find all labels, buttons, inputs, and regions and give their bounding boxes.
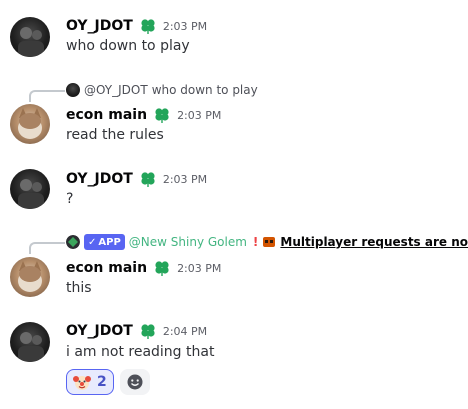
username[interactable]: OY_JDOT (66, 171, 133, 187)
clover-badge-icon[interactable] (139, 322, 157, 340)
app-tag: ✓ APP (84, 234, 125, 250)
person-silhouette-icon (18, 27, 44, 57)
exclamation-icon: ! (252, 235, 259, 249)
message-content: ? (66, 191, 74, 207)
app-tag-label: APP (98, 236, 121, 248)
reply-author[interactable]: @OY_JDOT (84, 83, 148, 97)
cat-icon (18, 108, 42, 139)
reply-connector (29, 90, 65, 102)
avatar[interactable] (10, 104, 50, 144)
username[interactable]: OY_JDOT (66, 18, 133, 34)
cat-icon (18, 261, 42, 292)
chat-log: OY_JDOT 2:03 PM who down to play @OY_JDO… (0, 0, 468, 409)
person-silhouette-icon (18, 332, 44, 362)
add-reaction-button[interactable] (119, 369, 150, 395)
message-content: i am not reading that (66, 344, 215, 360)
clover-badge-icon[interactable] (139, 170, 157, 188)
clover-badge-icon[interactable] (153, 106, 171, 124)
reaction-count: 2 (97, 374, 107, 390)
timestamp[interactable]: 2:03 PM (177, 262, 221, 275)
username[interactable]: OY_JDOT (66, 323, 133, 339)
reply-text[interactable]: who down to play (152, 83, 258, 97)
reactions-bar: 2 (66, 369, 150, 395)
message-header: OY_JDOT 2:03 PM (66, 16, 207, 36)
message-content: read the rules (66, 127, 164, 143)
message-content: this (66, 280, 92, 296)
reply-text[interactable]: Multiplayer requests are no (280, 235, 468, 249)
reaction-button[interactable]: 2 (66, 369, 114, 395)
avatar[interactable] (10, 257, 50, 297)
reply-avatar (66, 83, 80, 97)
clover-badge-icon[interactable] (139, 17, 157, 35)
message-header: OY_JDOT 2:03 PM (66, 169, 207, 189)
reply-author[interactable]: @New Shiny Golem (129, 235, 247, 249)
timestamp[interactable]: 2:03 PM (163, 173, 207, 186)
reply-connector (29, 242, 65, 254)
clover-badge-icon[interactable] (153, 259, 171, 277)
message-header: OY_JDOT 2:04 PM (66, 321, 207, 341)
clown-face-icon (73, 376, 91, 390)
timestamp[interactable]: 2:03 PM (177, 109, 221, 122)
smiley-face-icon (127, 374, 143, 390)
timestamp[interactable]: 2:04 PM (163, 325, 207, 338)
avatar[interactable] (10, 169, 50, 209)
avatar[interactable] (10, 322, 50, 362)
message-content: who down to play (66, 38, 190, 54)
message-header: econ main 2:03 PM (66, 258, 221, 278)
username[interactable]: econ main (66, 107, 147, 123)
reply-reference[interactable]: ✓ APP @New Shiny Golem ! Multiplayer req… (66, 234, 468, 250)
reply-reference[interactable]: @OY_JDOT who down to play (66, 82, 258, 98)
red-creature-icon (263, 237, 276, 247)
avatar[interactable] (10, 17, 50, 57)
person-silhouette-icon (18, 179, 44, 209)
checkmark-icon: ✓ (88, 236, 97, 248)
message-header: econ main 2:03 PM (66, 105, 221, 125)
timestamp[interactable]: 2:03 PM (163, 20, 207, 33)
username[interactable]: econ main (66, 260, 147, 276)
golem-bot-avatar-icon (66, 235, 80, 249)
